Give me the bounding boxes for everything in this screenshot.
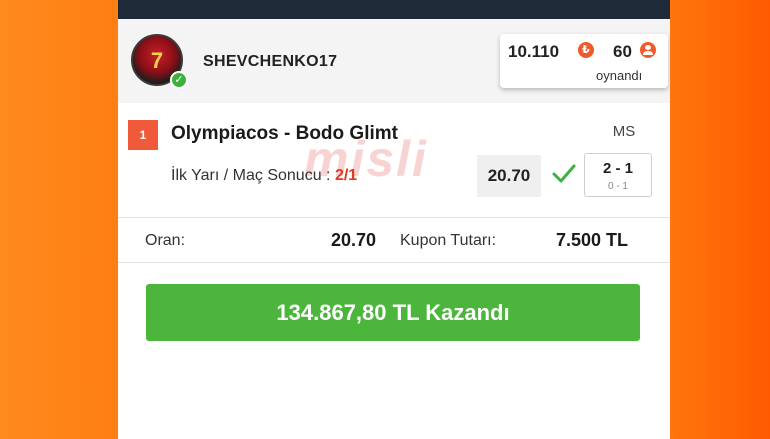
market-label: İlk Yarı / Maç Sonucu : 2/1 <box>171 167 357 185</box>
stake-value: 7.500 TL <box>556 230 629 250</box>
odd-value: 20.70 <box>477 155 541 197</box>
coupon-summary: Oran: 20.70 Kupon Tutarı: 7.500 TL <box>118 218 670 262</box>
match-row[interactable]: misli 1 Olympiacos - Bodo Glimt İlk Yarı… <box>118 103 670 217</box>
top-bar <box>118 0 670 19</box>
market-name: İlk Yarı / Maç Sonucu : <box>171 167 331 184</box>
odds-value: 20.70 <box>331 230 377 250</box>
result-type-label: MS <box>612 123 636 140</box>
played-count: 60 <box>613 42 632 61</box>
avatar-jersey-number: 7 <box>150 48 164 73</box>
divider <box>118 262 670 263</box>
match-title: Olympiacos - Bodo Glimt <box>171 123 398 144</box>
checkmark-icon <box>552 164 576 183</box>
coin-icon: ₺ <box>578 42 594 58</box>
played-label: oynandı <box>596 68 643 83</box>
full-time-score: 2 - 1 <box>602 160 633 177</box>
username[interactable]: SHEVCHENKO17 <box>203 53 337 71</box>
odds-label: Oran: <box>145 232 186 249</box>
coupon-card: 7 ✓ SHEVCHENKO17 10.110 ₺ 60 oynandı mis… <box>118 0 670 439</box>
user-stats-box: 10.110 ₺ 60 oynandı <box>500 34 668 88</box>
stake-label: Kupon Tutarı: <box>400 232 497 249</box>
user-icon <box>640 42 656 58</box>
coupon-header: 7 ✓ SHEVCHENKO17 10.110 ₺ 60 oynandı <box>118 19 670 103</box>
match-index-badge: 1 <box>128 120 158 150</box>
verified-check-icon: ✓ <box>170 71 188 89</box>
coin-balance: 10.110 <box>508 42 560 61</box>
market-pick: 2/1 <box>334 167 358 184</box>
score-box: 2 - 1 0 - 1 <box>584 153 652 197</box>
half-time-score: 0 - 1 <box>607 181 628 192</box>
winnings-button[interactable]: 134.867,80 TL Kazandı <box>146 284 640 341</box>
